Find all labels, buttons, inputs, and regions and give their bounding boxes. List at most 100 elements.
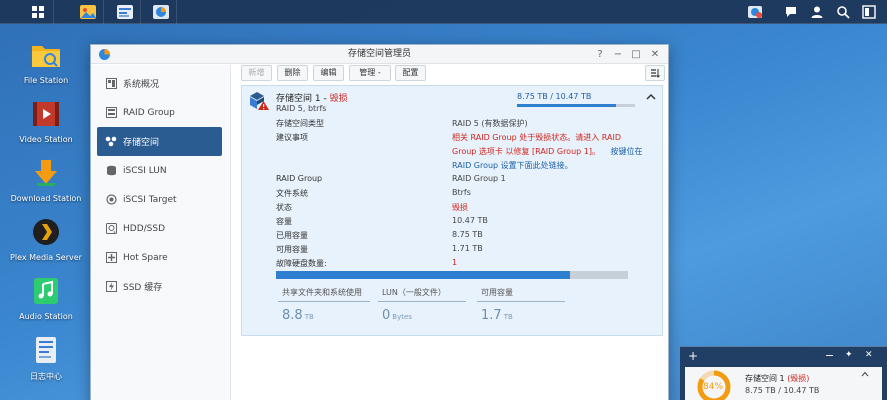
sidebar-item-hdd-ssd[interactable]: HDD/SSD [97,214,222,243]
iscsi-target-icon [105,194,117,206]
sidebar-item-label: iSCSI Target [123,194,177,205]
sidebar-item-iscsi-target[interactable]: iSCSI Target [97,185,222,214]
iscsi-lun-icon [105,165,117,177]
manage-dropdown-button[interactable]: 管理 - [349,65,391,81]
grid-icon [31,6,44,18]
stat-shared: 8.8 TB [282,308,314,323]
sidebar-item-label: HDD/SSD [123,223,166,234]
window-title-bar[interactable]: 存储空间管理员 ? − □ ✕ [91,45,668,64]
detail-value-capacity: 10.47 TB [452,216,488,225]
detail-label-filesystem: 文件系统 [276,189,308,198]
hot-spare-icon [105,252,117,264]
desktop-icon-log-center[interactable]: 日志中心 [6,335,86,382]
volume-detail-panel[interactable]: 存储空间 1 - 毁损 RAID 5, btrfs 8.75 TB / 10.4… [241,85,663,336]
sidebar-item-label: RAID Group [123,107,175,118]
chat-icon [786,7,796,17]
log-icon [36,337,56,363]
stat-value-shared: 8.8 [282,308,303,323]
sidebar-item-label: SSD 缓存 [123,283,163,293]
widget-percent: 84% [703,382,724,392]
sort-button[interactable] [645,65,665,81]
desktop-icon-audio-station[interactable]: Audio Station [6,276,86,321]
detail-value-available: 1.71 TB [452,244,483,253]
plex-icon [33,219,59,245]
widget-pin-button[interactable]: ✦ [845,350,853,360]
chevron-up-icon [861,371,869,377]
widget-volume-name: 存储空间 1 [745,374,785,383]
maximize-button[interactable]: □ [627,45,645,64]
detail-value-type: RAID 5 (有数据保护) [452,119,528,128]
desktop-icon-file-station[interactable]: File Station [6,40,86,85]
toolbar: 新增 删除 编辑 管理 - 配置 [241,65,666,83]
chevron-up-icon [646,93,656,100]
chat-button[interactable] [778,0,804,24]
storage-widget: + − ✦ ✕ 84% 存储空间 1 (毁损) 8.75 TB / 10.47 … [680,346,887,400]
sidebar-item-raid-group[interactable]: RAID Group [97,98,222,127]
config-button[interactable]: 配置 [395,65,426,81]
detail-label-status: 状态 [276,203,292,212]
edit-button[interactable]: 编辑 [313,65,344,81]
title-separator: - [320,94,330,104]
help-icon: ? [597,49,603,60]
minimize-button[interactable]: − [609,45,627,64]
capacity-bar [276,271,628,279]
widget-collapse-button[interactable] [861,370,869,380]
capacity-bar-fill [276,271,570,279]
folder-icon [32,46,60,67]
widget-header: + − ✦ ✕ [680,347,887,365]
sidebar-item-ssd-cache[interactable]: SSD 缓存 [97,272,222,301]
widget-close-button[interactable]: ✕ [865,350,873,360]
desktop-icon-video-station[interactable]: Video Station [6,99,86,144]
widget-minimize-button[interactable]: − [825,349,834,362]
detail-label-available: 可用容量 [276,245,308,254]
delete-button[interactable]: 删除 [277,65,308,81]
sidebar-item-hot-spare[interactable]: Hot Spare [97,243,222,272]
close-button[interactable]: ✕ [646,45,664,64]
desktop-icon-plex[interactable]: Plex Media Server [6,217,86,262]
ssd-cache-icon [105,281,117,293]
advice-link-2[interactable]: RAID Group 设置下面此处链接。 [452,160,573,171]
new-button[interactable]: 新增 [241,65,272,81]
volume-warning-icon [250,92,269,110]
advice-line-1: 相关 RAID Group 处于毁损状态。请进入 RAID [452,133,621,142]
sidebar-item-label: iSCSI LUN [123,165,167,176]
taskbar-app-storage[interactable] [145,0,177,24]
storage-notify-icon [748,6,762,18]
user-button[interactable] [804,0,830,24]
stat-title-lun: LUN（一般文件） [382,288,446,297]
close-icon: ✕ [650,49,660,60]
hdd-icon [105,223,117,235]
taskbar-app-control[interactable] [109,0,141,24]
volume-usage-text: 8.75 TB / 10.47 TB [517,92,592,101]
taskbar-app-photo[interactable] [72,0,104,24]
collapse-chevron-button[interactable] [646,93,656,104]
video-icon [33,102,59,126]
sidebar-item-volume[interactable]: 存储空间 [97,127,222,156]
widget-add-button[interactable]: + [688,349,698,363]
volume-name: 存储空间 1 [276,94,321,104]
storage-manager-icon [152,5,169,19]
sidebar-item-overview[interactable]: 系统概况 [97,69,222,98]
volume-icon [105,136,117,148]
advice-link-1[interactable]: 按键位在 [611,147,643,156]
stat-unit-lun: Bytes [392,313,412,321]
main-menu-button[interactable] [22,0,54,24]
volume-usage-bar-fill [517,104,616,107]
taskbar [0,0,887,24]
detail-label-capacity: 容量 [276,217,292,226]
widget-body[interactable]: 84% 存储空间 1 (毁损) 8.75 TB / 10.47 TB [685,367,882,400]
sidebar-item-label: 存储空间 [123,138,160,148]
desktop-icon-download-station[interactable]: Download Station [6,158,86,203]
search-button[interactable] [830,0,856,24]
user-icon [811,6,823,18]
overview-icon [105,78,117,90]
stat-value-available: 1.7 [481,308,502,323]
photo-app-icon [79,5,96,19]
widget-status: (毁损) [787,374,810,383]
help-button[interactable]: ? [591,45,609,64]
volume-usage-bar [517,104,635,107]
sidebar-item-iscsi-lun[interactable]: iSCSI LUN [97,156,222,185]
detail-label-used: 已用容量 [276,231,308,240]
taskbar-notification-app[interactable] [742,0,768,24]
widgets-button[interactable] [856,0,882,24]
